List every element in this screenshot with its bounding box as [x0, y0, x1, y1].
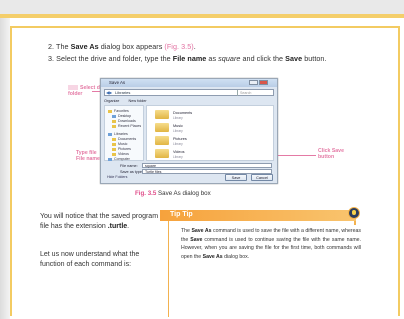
tip-title: Tip Tip [170, 211, 193, 218]
nav-item[interactable]: Pictures [112, 147, 131, 151]
close-icon[interactable] [259, 80, 268, 85]
save-button[interactable]: Save [225, 174, 247, 181]
folder-name[interactable]: Pictures [173, 137, 187, 141]
paragraph-functions: Let us now understand what the function … [40, 251, 140, 268]
tip-header: Tip Tip [160, 210, 356, 221]
step-3: 3. Select the drive and folder, type the… [48, 54, 327, 63]
dialog-title-bar: Save As [101, 79, 277, 87]
computer-icon [108, 157, 112, 161]
callout-save-button: Click Save button [318, 148, 344, 160]
folder-icon [112, 152, 116, 156]
organize-button[interactable]: Organize [104, 99, 119, 103]
paragraph-extension: You will notice that the saved program f… [40, 213, 159, 230]
callout-leader [278, 155, 316, 156]
folder-type: Library [173, 141, 183, 146]
tip-body: The Save As command is used to save the … [168, 221, 361, 317]
search-input[interactable]: Search [237, 90, 271, 96]
save-type-row: Save as type: Turtle files [104, 169, 274, 175]
nav-item[interactable]: Computer [108, 157, 130, 161]
tip-box: Tip Tip The Save As command is used to s… [160, 207, 362, 317]
dialog-title: Save As [109, 80, 126, 85]
nav-item[interactable]: Music [112, 142, 127, 146]
folder-name[interactable]: Documents [173, 111, 192, 115]
folder-type: Library [173, 154, 183, 159]
nav-item[interactable]: Recent Places [112, 124, 141, 128]
folder-icon [112, 142, 116, 146]
cancel-button[interactable]: Cancel [251, 174, 273, 181]
folder-name[interactable]: Music [173, 124, 183, 128]
folder-icon [112, 124, 116, 128]
nav-item[interactable]: Downloads [112, 119, 136, 123]
folder-name[interactable]: Videos [173, 150, 185, 154]
nav-item[interactable]: Favorites [108, 109, 129, 113]
minimize-icon[interactable] [249, 80, 258, 85]
file-list-pane: Documents Library Music Library Pictures… [146, 105, 274, 161]
folder-icon [112, 137, 116, 141]
folder-icon[interactable] [155, 136, 169, 145]
nav-item[interactable]: Desktop [112, 114, 131, 118]
callout-file-name: Type file File name [76, 150, 100, 162]
step-2: 2. The Save As dialog box appears (Fig. … [48, 42, 196, 51]
folder-type: Library [173, 128, 183, 133]
figure-reference: (Fig. 3.5) [164, 42, 194, 51]
lightbulb-icon [348, 207, 360, 219]
address-bar[interactable]: ◀▶ Libraries Search [104, 89, 274, 96]
dialog-toolbar: Organize New folder [104, 98, 274, 104]
file-name-field[interactable]: square [142, 163, 272, 169]
folder-icon[interactable] [155, 123, 169, 132]
nav-item[interactable]: Videos [112, 152, 129, 156]
star-icon [108, 109, 112, 113]
desktop-icon [112, 114, 116, 118]
navigation-pane: Favorites Desktop Downloads Recent Place… [104, 105, 144, 161]
folder-icon[interactable] [155, 149, 169, 158]
library-icon [108, 132, 112, 136]
folder-icon [112, 119, 116, 123]
textbook-page: 2. The Save As dialog box appears (Fig. … [0, 0, 404, 319]
nav-item[interactable]: Libraries [108, 132, 128, 136]
back-forward-icon[interactable]: ◀▶ [106, 90, 112, 96]
nav-item[interactable]: Documents [112, 137, 136, 141]
folder-type: Library [173, 115, 183, 120]
folder-icon[interactable] [155, 110, 169, 119]
save-as-dialog: Save As ◀▶ Libraries Search Organize New… [100, 78, 278, 184]
figure-caption: Fig. 3.5 Save As dialog box [135, 190, 211, 197]
page-header-band [0, 0, 404, 18]
hide-folders-toggle[interactable]: Hide Folders [107, 175, 127, 179]
page-gutter [0, 18, 10, 319]
tip-text: The Save As command is used to save the … [181, 228, 361, 260]
folder-icon [112, 147, 116, 151]
new-folder-button[interactable]: New folder [128, 99, 146, 103]
